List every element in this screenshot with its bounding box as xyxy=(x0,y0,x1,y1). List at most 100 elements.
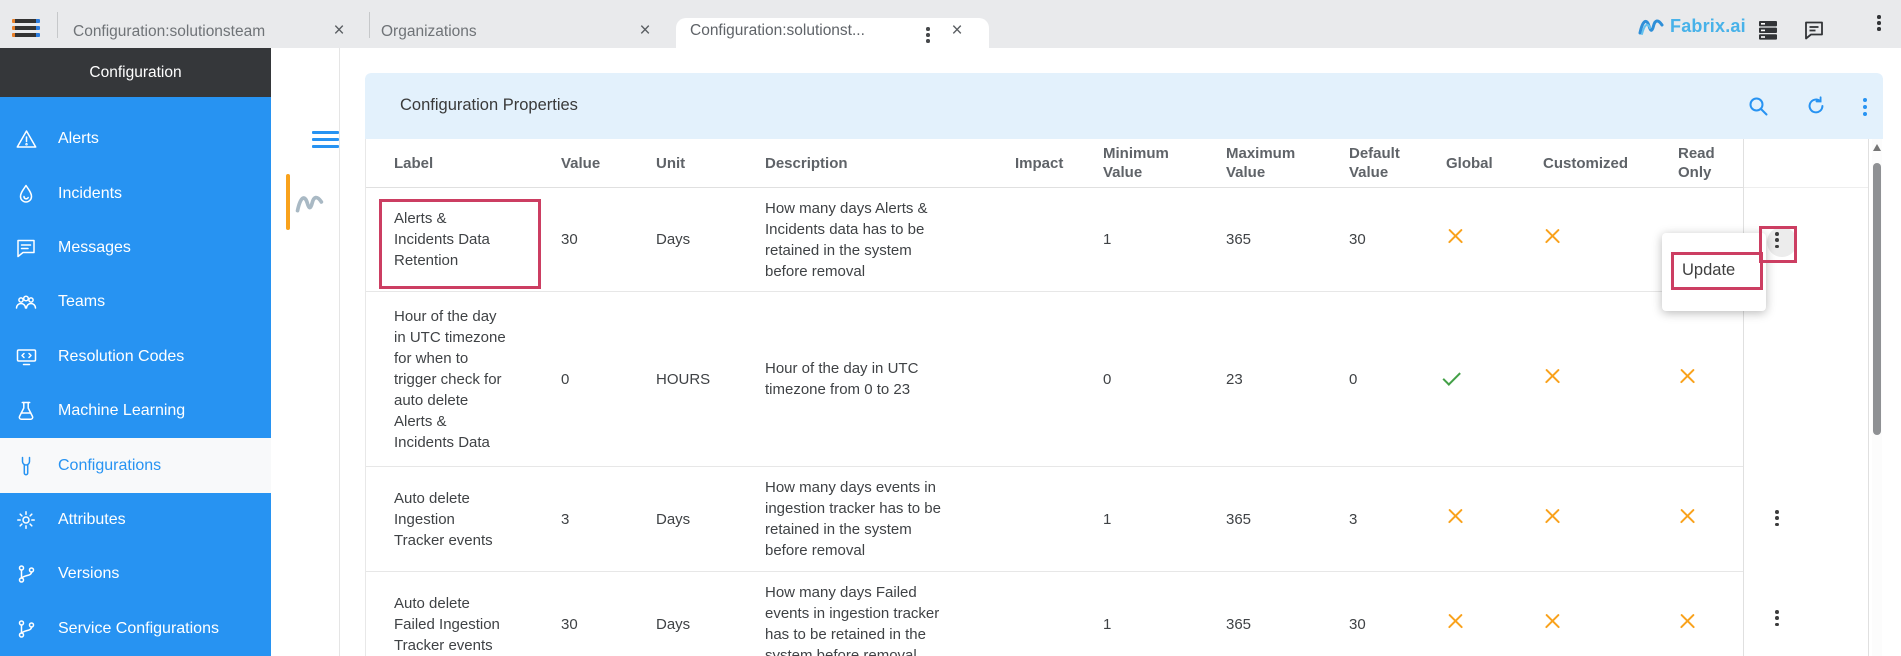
panel-header: Configuration Properties xyxy=(365,73,1883,139)
sidebar-item-machine-learning[interactable]: Machine Learning xyxy=(0,384,271,438)
sidebar-item-incidents[interactable]: Incidents xyxy=(0,166,271,220)
global-yes-icon xyxy=(1442,367,1460,385)
row-default: 3 xyxy=(1349,509,1446,530)
server-stack-icon[interactable] xyxy=(1757,19,1779,41)
search-icon[interactable] xyxy=(1747,95,1769,117)
sidebar-item-configurations[interactable]: Configurations xyxy=(0,438,271,492)
sidebar-item-label: Configurations xyxy=(58,457,161,475)
row-label: Auto delete Ingestion Tracker events xyxy=(394,488,506,551)
tab-label: Configuration:solutionst... xyxy=(690,22,865,40)
customized-no-icon xyxy=(1543,227,1562,246)
flask-icon xyxy=(13,400,39,422)
row-maximum: 365 xyxy=(1226,614,1349,635)
row-unit: Days xyxy=(656,614,765,635)
panel-hamburger-icon[interactable] xyxy=(312,131,339,152)
row-minimum: 1 xyxy=(1103,614,1226,635)
panel-kebab-icon[interactable] xyxy=(1862,98,1868,120)
sidebar-item-label: Alerts xyxy=(58,130,99,148)
tab-configuration-solutionsteam[interactable]: Configuration:solutionsteam × xyxy=(57,0,369,48)
chat-icon[interactable] xyxy=(1803,19,1825,41)
sidebar-item-label: Resolution Codes xyxy=(58,348,184,366)
row-actions-column xyxy=(1743,139,1869,656)
sidebar-title: Configuration xyxy=(0,48,271,97)
row-label: Hour of the day in UTC timezone for when… xyxy=(394,306,506,453)
col-default: Default Value xyxy=(1349,144,1446,182)
close-icon[interactable]: × xyxy=(947,21,967,41)
row-menu-kebab-icon[interactable] xyxy=(1775,510,1779,526)
row-default: 0 xyxy=(1349,369,1446,390)
vertical-scrollbar[interactable] xyxy=(1872,139,1882,656)
table-row[interactable]: Auto delete Failed Ingestion Tracker eve… xyxy=(366,572,1744,656)
wrench-icon xyxy=(13,455,39,477)
fabrix-logo-mark xyxy=(1638,14,1665,38)
sidebar-item-label: Attributes xyxy=(58,511,126,529)
row-minimum: 1 xyxy=(1103,229,1226,250)
col-impact: Impact xyxy=(1015,154,1103,173)
update-menu-item[interactable]: Update xyxy=(1682,261,1735,280)
sidebar-nav: Alerts Incidents Messages Teams Resoluti xyxy=(0,97,271,656)
read-only-no-icon xyxy=(1678,507,1697,526)
read-only-no-icon xyxy=(1678,367,1697,386)
row-menu-kebab-icon[interactable] xyxy=(1775,232,1779,248)
table-row[interactable]: Alerts & Incidents Data Retention 30 Day… xyxy=(366,188,1744,292)
row-default: 30 xyxy=(1349,614,1446,635)
fabrix-mini-tab[interactable] xyxy=(295,190,325,221)
table-row[interactable]: Hour of the day in UTC timezone for when… xyxy=(366,292,1744,467)
row-label: Auto delete Failed Ingestion Tracker eve… xyxy=(394,593,506,656)
flame-icon xyxy=(13,183,39,205)
sidebar-item-resolution-codes[interactable]: Resolution Codes xyxy=(0,330,271,384)
col-customized: Customized xyxy=(1543,154,1678,173)
row-value: 0 xyxy=(561,369,656,390)
hamburger-menu-icon[interactable] xyxy=(12,19,40,37)
sidebar-item-versions[interactable]: Versions xyxy=(0,547,271,601)
gear-icon xyxy=(13,509,39,531)
row-menu-kebab-icon[interactable] xyxy=(1775,610,1779,626)
config-table: Label Value Unit Description Impact Mini… xyxy=(365,139,1869,656)
sidebar-item-label: Teams xyxy=(58,293,105,311)
row-menu-hover-circle xyxy=(1767,227,1797,257)
fabrix-logo: Fabrix.ai xyxy=(1638,14,1746,38)
sidebar: Configuration Alerts Incidents Messages … xyxy=(0,48,271,656)
refresh-icon[interactable] xyxy=(1805,95,1827,117)
sidebar-item-teams[interactable]: Teams xyxy=(0,275,271,329)
row-description: How many days Failed events in ingestion… xyxy=(765,582,950,656)
global-no-icon xyxy=(1446,507,1465,526)
tab-configuration-active[interactable]: Configuration:solutionst... × xyxy=(676,18,989,48)
git-branch-icon xyxy=(13,563,39,585)
more-options-kebab-icon[interactable] xyxy=(1877,15,1881,31)
row-default: 30 xyxy=(1349,229,1446,250)
customized-no-icon xyxy=(1543,367,1562,386)
sidebar-item-label: Incidents xyxy=(58,185,122,203)
row-minimum: 1 xyxy=(1103,509,1226,530)
row-unit: Days xyxy=(656,509,765,530)
col-value: Value xyxy=(561,154,656,173)
row-value: 30 xyxy=(561,614,656,635)
table-header-row: Label Value Unit Description Impact Mini… xyxy=(366,139,1744,188)
mini-sidebar xyxy=(271,48,340,656)
sidebar-item-service-configurations[interactable]: Service Configurations xyxy=(0,602,271,656)
tab-label: Organizations xyxy=(381,23,477,41)
col-global: Global xyxy=(1446,154,1543,173)
tab-organizations[interactable]: Organizations × xyxy=(369,0,676,48)
sidebar-item-alerts[interactable]: Alerts xyxy=(0,112,271,166)
close-icon[interactable]: × xyxy=(329,21,349,41)
sidebar-item-label: Service Configurations xyxy=(58,620,219,638)
col-maximum: Maximum Value xyxy=(1226,144,1349,182)
tab-menu-kebab-icon[interactable] xyxy=(926,27,930,43)
sidebar-item-attributes[interactable]: Attributes xyxy=(0,493,271,547)
sidebar-item-label: Versions xyxy=(58,565,119,583)
row-description: Hour of the day in UTC timezone from 0 t… xyxy=(765,358,950,400)
row-unit: HOURS xyxy=(656,369,765,390)
global-no-icon xyxy=(1446,227,1465,246)
scroll-up-arrow-icon[interactable] xyxy=(1873,144,1881,151)
row-label: Alerts & Incidents Data Retention xyxy=(394,208,506,271)
table-row[interactable]: Auto delete Ingestion Tracker events 3 D… xyxy=(366,467,1744,572)
col-minimum: Minimum Value xyxy=(1103,144,1226,182)
sidebar-item-label: Machine Learning xyxy=(58,402,185,420)
close-icon[interactable]: × xyxy=(635,21,655,41)
col-description: Description xyxy=(765,154,1015,173)
sidebar-item-messages[interactable]: Messages xyxy=(0,221,271,275)
scrollbar-thumb[interactable] xyxy=(1873,163,1881,435)
brand-text: Fabrix.ai xyxy=(1670,16,1746,37)
tab-label: Configuration:solutionsteam xyxy=(73,23,265,41)
